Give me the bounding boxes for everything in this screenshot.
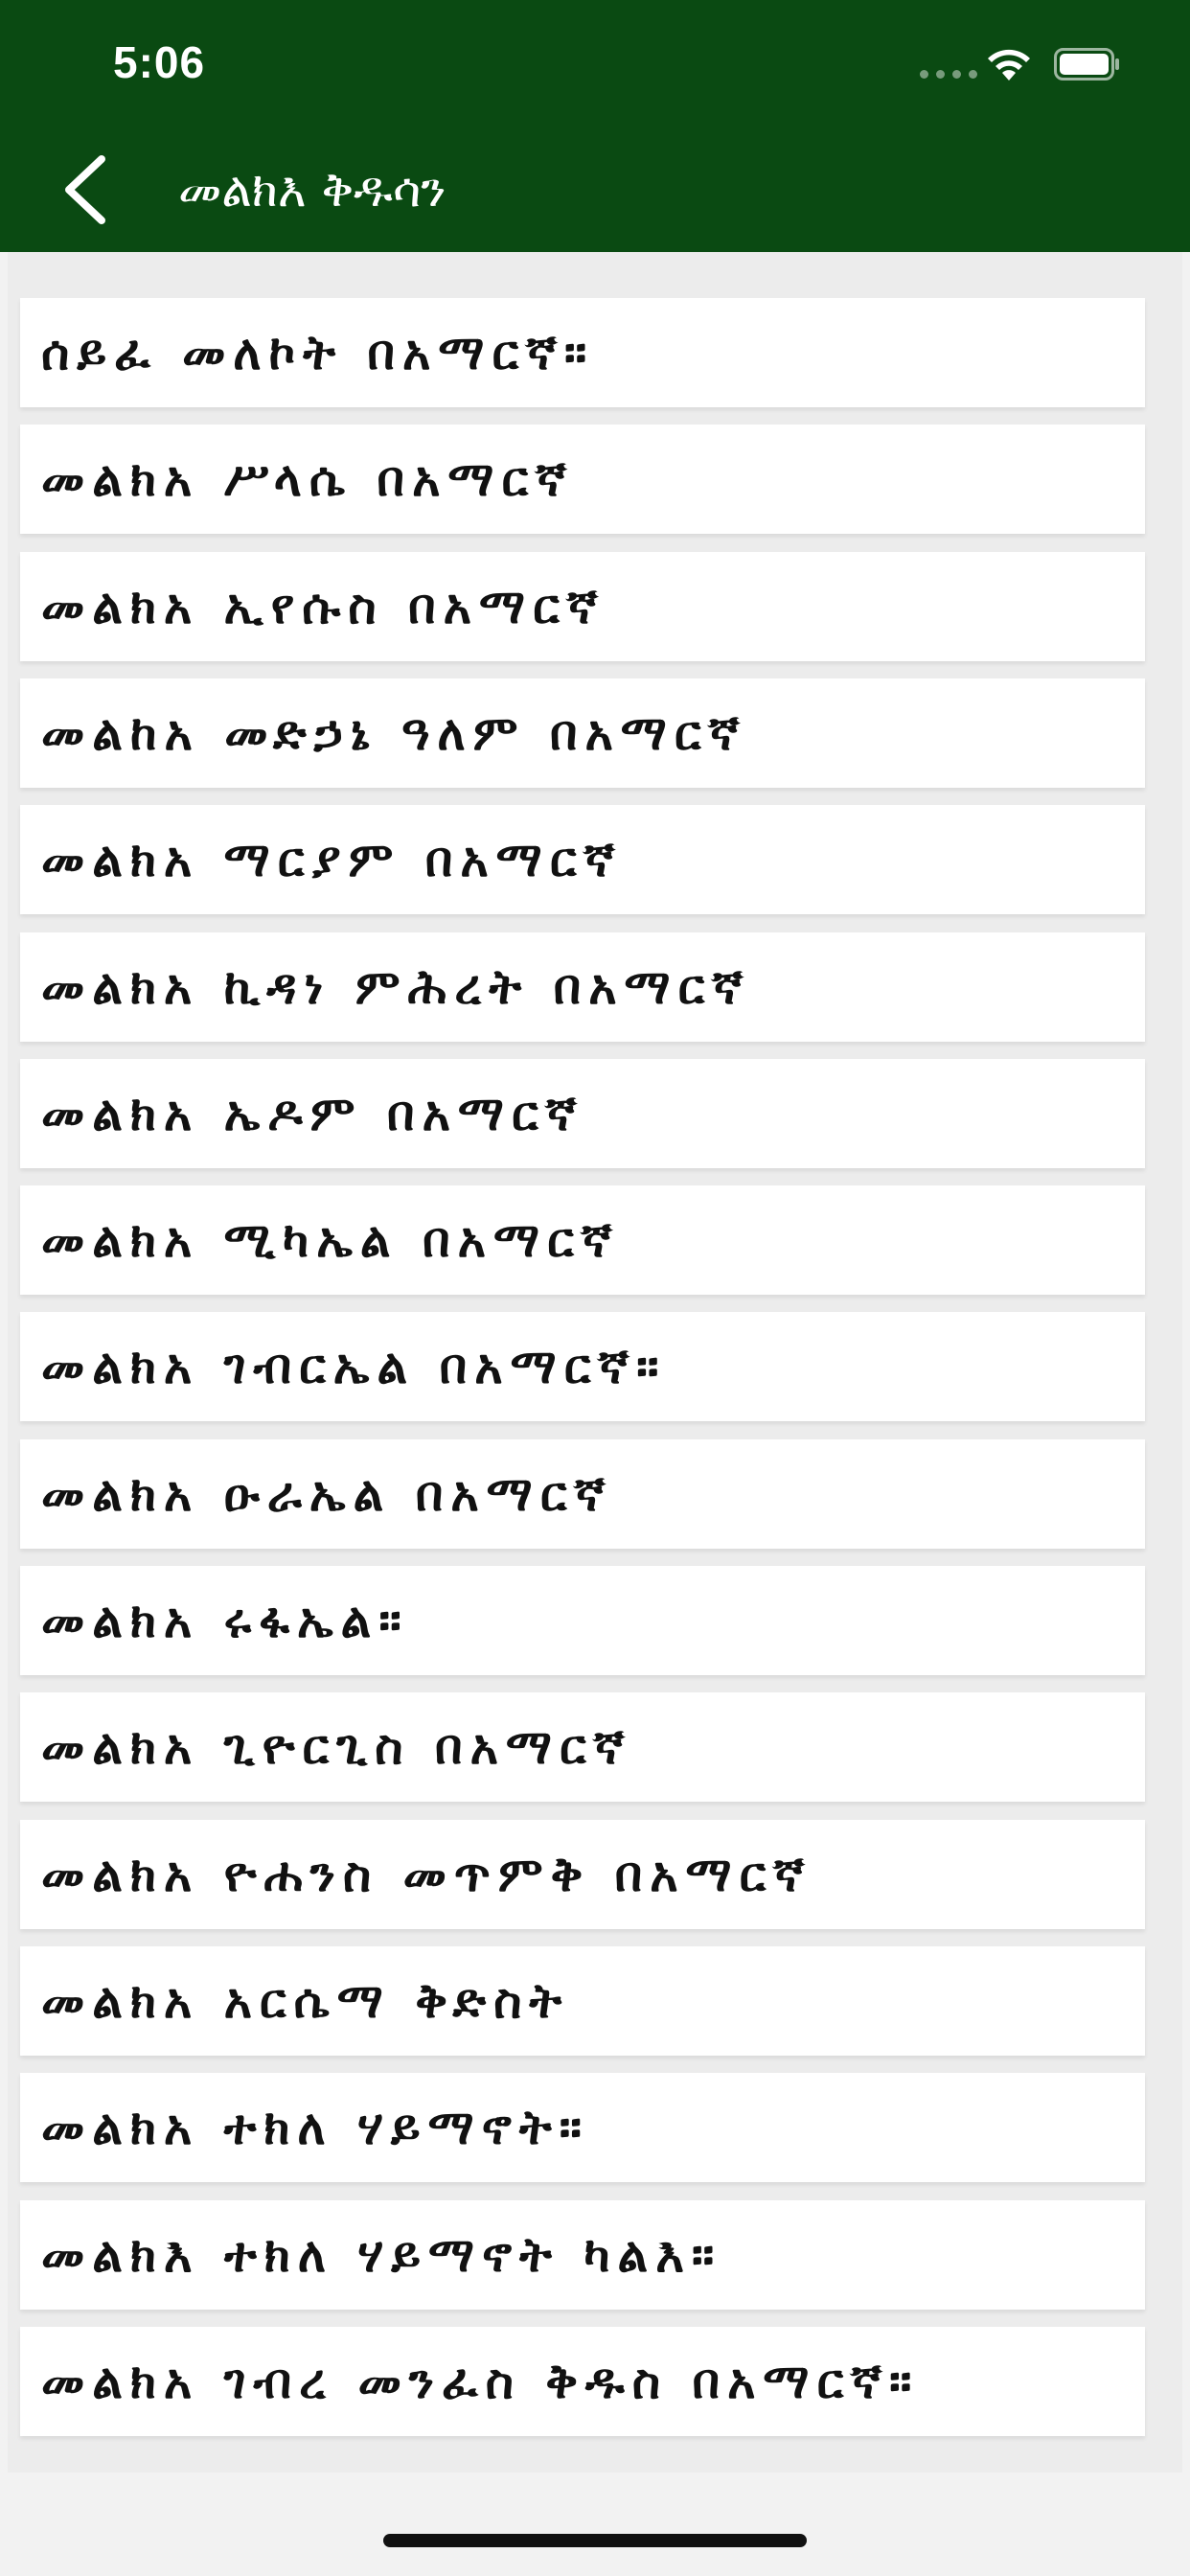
list-item[interactable]: መልክአ ኤዶም በአማርኛ — [20, 1059, 1145, 1168]
list-item[interactable]: መልክአ ገብረ መንፈስ ቅዱስ በአማርኛ። — [20, 2327, 1145, 2436]
list-item-label: መልክአ አርሴማ ቅድስት — [41, 1973, 570, 2029]
cellular-signal-icon — [920, 70, 977, 79]
list-item-label: መልክአ ገብርኤል በአማርኛ። — [41, 1339, 667, 1394]
list-item-label: መልክአ ገብረ መንፈስ ቅዱስ በአማርኛ። — [41, 2354, 920, 2409]
list-item[interactable]: መልክአ አርሴማ ቅድስት — [20, 1946, 1145, 2056]
list-item-label: መልክእ ተክለ ሃይማኖት ካልእ። — [41, 2227, 722, 2283]
item-list: ሰይፈ መለኮት በአማርኛ። መልክአ ሥላሴ በአማርኛ መልክአ ኢየሱስ በ… — [8, 252, 1182, 2472]
list-item[interactable]: መልክአ ዑራኤል በአማርኛ — [20, 1439, 1145, 1549]
list-item[interactable]: መልክአ ተክለ ሃይማኖት። — [20, 2073, 1145, 2182]
list-item-label: መልከአ መድኃኔ ዓለም በአማርኛ — [41, 705, 747, 761]
list-item[interactable]: መልክአ ማርያም በአማርኛ — [20, 805, 1145, 914]
list-item-label: መልክአ ዮሐንስ መጥምቅ በአማርኛ — [41, 1847, 812, 1902]
list-item[interactable]: መልክአ ሚካኤል በአማርኛ — [20, 1185, 1145, 1295]
battery-icon — [1054, 48, 1119, 80]
status-time: 5:06 — [113, 37, 206, 87]
list-item-label: መልክአ ተክለ ሃይማኖት። — [41, 2100, 589, 2155]
list-item-label: መልክአ ኤዶም በአማርኛ — [41, 1086, 584, 1141]
list-item-label: ሰይፈ መለኮት በአማርኛ። — [41, 325, 595, 380]
list-item[interactable]: መልክአ ኪዳነ ምሕረት በአማርኛ — [20, 932, 1145, 1042]
list-item[interactable]: መልከአ መድኃኔ ዓለም በአማርኛ — [20, 678, 1145, 788]
list-item-label: መልክአ ሩፋኤል። — [41, 1593, 409, 1648]
wifi-icon — [988, 49, 1030, 80]
list-item-label: መልክአ ሥላሴ በአማርኛ — [41, 451, 574, 507]
list-item-label: መልክአ ሚካኤል በአማርኛ — [41, 1212, 620, 1268]
home-indicator[interactable] — [383, 2534, 807, 2547]
list-item-label: መልክአ ጊዮርጊስ በአማርኛ — [41, 1719, 632, 1775]
list-item[interactable]: መልክአ ዮሐንስ መጥምቅ በአማርኛ — [20, 1820, 1145, 1929]
list-item-label: መልክአ ዑራኤል በአማርኛ — [41, 1466, 613, 1522]
list-item[interactable]: መልክአ ጊዮርጊስ በአማርኛ — [20, 1692, 1145, 1802]
list-item[interactable]: መልክአ ሩፋኤል። — [20, 1566, 1145, 1675]
list-item[interactable]: ሰይፈ መለኮት በአማርኛ። — [20, 298, 1145, 407]
list-item-label: መልክአ ኪዳነ ምሕረት በአማርኛ — [41, 959, 751, 1015]
nav-bar: 5:06 መልክእ ቅዱሳን — [0, 0, 1190, 252]
list-item[interactable]: መልክአ ኢየሱስ በአማርኛ — [20, 552, 1145, 661]
list-item[interactable]: መልክአ ሥላሴ በአማርኛ — [20, 425, 1145, 534]
page-title: መልክእ ቅዱሳን — [178, 162, 446, 218]
back-chevron-icon[interactable] — [56, 151, 117, 228]
list-item[interactable]: መልክአ ገብርኤል በአማርኛ። — [20, 1312, 1145, 1421]
list-item[interactable]: መልክእ ተክለ ሃይማኖት ካልእ። — [20, 2200, 1145, 2310]
list-item-label: መልክአ ኢየሱስ በአማርኛ — [41, 579, 606, 634]
list-item-label: መልክአ ማርያም በአማርኛ — [41, 832, 623, 887]
